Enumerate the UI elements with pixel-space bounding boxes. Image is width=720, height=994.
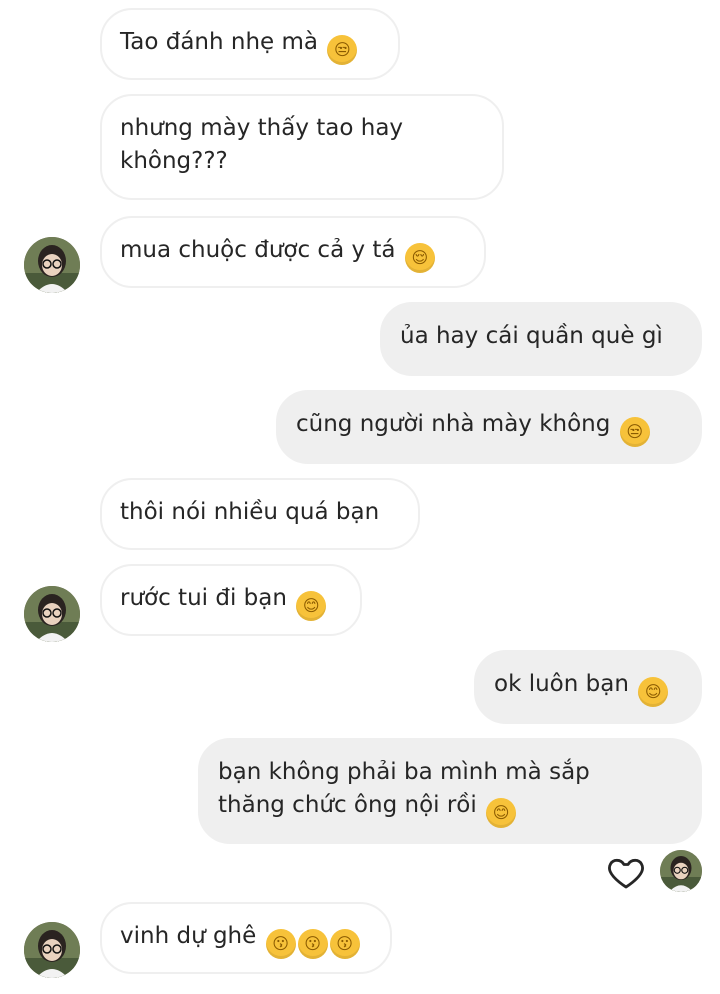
smiling-face-emoji-icon: 😊 bbox=[638, 677, 669, 707]
avatar-photo-icon bbox=[24, 586, 80, 642]
message-bubble-incoming[interactable]: nhưng mày thấy tao hay không??? bbox=[100, 94, 504, 200]
message-bubble-outgoing[interactable]: bạn không phải ba mình mà sắp thăng chức… bbox=[198, 738, 702, 844]
smiling-face-emoji-icon: 😊 bbox=[296, 591, 327, 621]
kissing-face-emoji-icon: 😗 bbox=[329, 929, 360, 959]
message-text-line: không??? bbox=[120, 148, 228, 174]
relieved-face-emoji-icon: 😌 bbox=[404, 243, 435, 273]
message-bubble-incoming[interactable]: rước tui đi bạn 😊 bbox=[100, 564, 362, 636]
message-text: mua chuộc được cả y tá bbox=[120, 237, 396, 263]
message-text: Tao đánh nhẹ mà bbox=[120, 29, 318, 55]
message-bubble-outgoing[interactable]: cũng người nhà mày không 😒 bbox=[276, 390, 702, 464]
sender-avatar[interactable] bbox=[24, 237, 80, 293]
smiling-face-emoji-icon: 😊 bbox=[486, 798, 517, 828]
message-bubble-outgoing[interactable]: ok luôn bạn 😊 bbox=[474, 650, 702, 724]
unamused-face-emoji-icon: 😒 bbox=[327, 35, 358, 65]
message-text: ok luôn bạn bbox=[494, 671, 629, 697]
message-bubble-incoming[interactable]: vinh dự ghê 😗 😗 😗 bbox=[100, 902, 392, 974]
message-text: ủa hay cái quần què gì bbox=[400, 323, 663, 349]
message-text: rước tui đi bạn bbox=[120, 585, 287, 611]
message-text-line: nhưng mày thấy tao hay bbox=[120, 115, 404, 141]
avatar-photo-icon bbox=[24, 922, 80, 978]
heart-outline-icon bbox=[608, 858, 644, 889]
avatar-photo-icon bbox=[660, 850, 702, 892]
sender-avatar[interactable] bbox=[24, 922, 80, 978]
message-bubble-outgoing[interactable]: ủa hay cái quần què gì bbox=[380, 302, 702, 376]
message-text-line: bạn không phải ba mình mà sắp bbox=[218, 759, 590, 785]
message-bubble-incoming[interactable]: Tao đánh nhẹ mà 😒 bbox=[100, 8, 400, 80]
kissing-face-emoji-icon: 😗 bbox=[297, 929, 328, 959]
message-bubble-incoming[interactable]: thôi nói nhiều quá bạn bbox=[100, 478, 420, 550]
heart-icon[interactable] bbox=[606, 852, 646, 892]
message-text: cũng người nhà mày không bbox=[296, 411, 611, 437]
sender-avatar[interactable] bbox=[24, 586, 80, 642]
kissing-face-emoji-icon: 😗 bbox=[265, 929, 296, 959]
message-text: thôi nói nhiều quá bạn bbox=[120, 499, 380, 525]
message-text: vinh dự ghê bbox=[120, 923, 257, 949]
message-text-line: thăng chức ông nội rồi bbox=[218, 792, 477, 818]
avatar-photo-icon bbox=[24, 237, 80, 293]
seen-avatar bbox=[660, 850, 702, 892]
unamused-face-emoji-icon: 😒 bbox=[619, 417, 650, 447]
message-bubble-incoming[interactable]: mua chuộc được cả y tá 😌 bbox=[100, 216, 486, 288]
